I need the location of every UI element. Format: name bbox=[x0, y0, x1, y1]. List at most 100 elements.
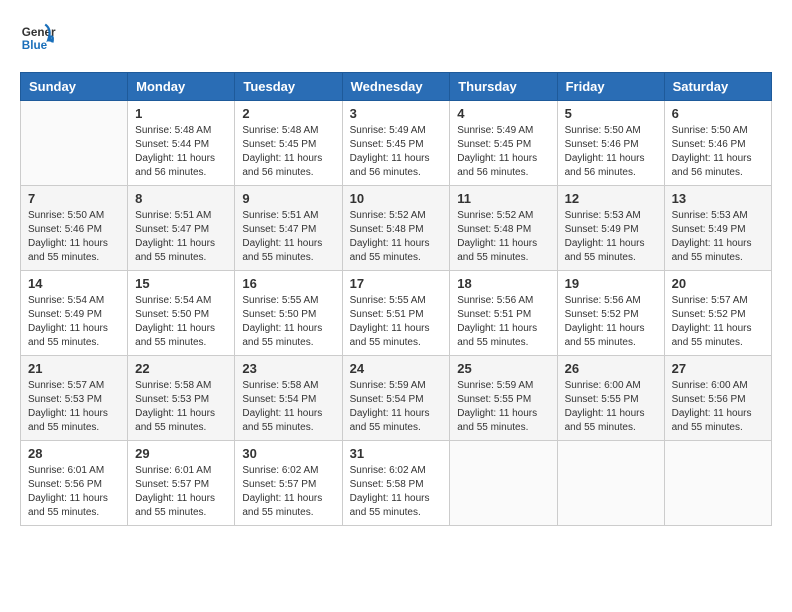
calendar-cell: 8 Sunrise: 5:51 AM Sunset: 5:47 PM Daylig… bbox=[128, 186, 235, 271]
day-number: 10 bbox=[350, 191, 443, 206]
day-info: Sunrise: 5:59 AM Sunset: 5:54 PM Dayligh… bbox=[350, 379, 443, 435]
day-info: Sunrise: 5:50 AM Sunset: 5:46 PM Dayligh… bbox=[672, 124, 764, 180]
calendar-cell: 12 Sunrise: 5:53 AM Sunset: 5:49 PM Dayli… bbox=[557, 186, 664, 271]
calendar-cell: 24 Sunrise: 5:59 AM Sunset: 5:54 PM Dayli… bbox=[342, 356, 450, 441]
day-info: Sunrise: 5:55 AM Sunset: 5:50 PM Dayligh… bbox=[242, 294, 334, 350]
day-info: Sunrise: 5:50 AM Sunset: 5:46 PM Dayligh… bbox=[28, 209, 120, 265]
calendar-cell: 6 Sunrise: 5:50 AM Sunset: 5:46 PM Daylig… bbox=[664, 101, 771, 186]
calendar-cell: 18 Sunrise: 5:56 AM Sunset: 5:51 PM Dayli… bbox=[450, 271, 557, 356]
day-info: Sunrise: 6:00 AM Sunset: 5:56 PM Dayligh… bbox=[672, 379, 764, 435]
day-number: 4 bbox=[457, 106, 549, 121]
calendar-cell: 3Sunrise: 5:49 AM Sunset: 5:45 PM Daylig… bbox=[342, 101, 450, 186]
day-number: 7 bbox=[28, 191, 120, 206]
day-info: Sunrise: 5:56 AM Sunset: 5:52 PM Dayligh… bbox=[565, 294, 657, 350]
day-number: 20 bbox=[672, 276, 764, 291]
calendar-header-row: SundayMondayTuesdayWednesdayThursdayFrid… bbox=[21, 73, 772, 101]
day-info: Sunrise: 5:54 AM Sunset: 5:50 PM Dayligh… bbox=[135, 294, 227, 350]
calendar-cell: 27Sunrise: 6:00 AM Sunset: 5:56 PM Dayli… bbox=[664, 356, 771, 441]
calendar-week-3: 14 Sunrise: 5:54 AM Sunset: 5:49 PM Dayli… bbox=[21, 271, 772, 356]
day-info: Sunrise: 5:53 AM Sunset: 5:49 PM Dayligh… bbox=[672, 209, 764, 265]
day-info: Sunrise: 5:52 AM Sunset: 5:48 PM Dayligh… bbox=[457, 209, 549, 265]
day-info: Sunrise: 5:59 AM Sunset: 5:55 PM Dayligh… bbox=[457, 379, 549, 435]
calendar-cell: 17Sunrise: 5:55 AM Sunset: 5:51 PM Dayli… bbox=[342, 271, 450, 356]
calendar-cell: 29 Sunrise: 6:01 AM Sunset: 5:57 PM Dayli… bbox=[128, 441, 235, 526]
day-info: Sunrise: 5:51 AM Sunset: 5:47 PM Dayligh… bbox=[135, 209, 227, 265]
weekday-header-tuesday: Tuesday bbox=[235, 73, 342, 101]
day-number: 2 bbox=[242, 106, 334, 121]
calendar-cell bbox=[21, 101, 128, 186]
weekday-header-sunday: Sunday bbox=[21, 73, 128, 101]
day-info: Sunrise: 5:56 AM Sunset: 5:51 PM Dayligh… bbox=[457, 294, 549, 350]
calendar-cell: 14 Sunrise: 5:54 AM Sunset: 5:49 PM Dayli… bbox=[21, 271, 128, 356]
day-number: 15 bbox=[135, 276, 227, 291]
day-info: Sunrise: 5:54 AM Sunset: 5:49 PM Dayligh… bbox=[28, 294, 120, 350]
calendar-week-2: 7 Sunrise: 5:50 AM Sunset: 5:46 PM Daylig… bbox=[21, 186, 772, 271]
day-number: 6 bbox=[672, 106, 764, 121]
calendar-week-5: 28Sunrise: 6:01 AM Sunset: 5:56 PM Dayli… bbox=[21, 441, 772, 526]
day-number: 9 bbox=[242, 191, 334, 206]
calendar-cell: 11Sunrise: 5:52 AM Sunset: 5:48 PM Dayli… bbox=[450, 186, 557, 271]
calendar-cell: 28Sunrise: 6:01 AM Sunset: 5:56 PM Dayli… bbox=[21, 441, 128, 526]
day-number: 24 bbox=[350, 361, 443, 376]
day-number: 29 bbox=[135, 446, 227, 461]
calendar-cell: 15 Sunrise: 5:54 AM Sunset: 5:50 PM Dayli… bbox=[128, 271, 235, 356]
day-number: 8 bbox=[135, 191, 227, 206]
logo-icon: General Blue bbox=[20, 20, 56, 56]
day-info: Sunrise: 5:50 AM Sunset: 5:46 PM Dayligh… bbox=[565, 124, 657, 180]
day-number: 18 bbox=[457, 276, 549, 291]
day-number: 30 bbox=[242, 446, 334, 461]
day-info: Sunrise: 5:48 AM Sunset: 5:45 PM Dayligh… bbox=[242, 124, 334, 180]
day-number: 25 bbox=[457, 361, 549, 376]
day-number: 16 bbox=[242, 276, 334, 291]
day-info: Sunrise: 5:51 AM Sunset: 5:47 PM Dayligh… bbox=[242, 209, 334, 265]
day-number: 22 bbox=[135, 361, 227, 376]
day-info: Sunrise: 5:58 AM Sunset: 5:54 PM Dayligh… bbox=[242, 379, 334, 435]
weekday-header-monday: Monday bbox=[128, 73, 235, 101]
day-number: 19 bbox=[565, 276, 657, 291]
logo: General Blue bbox=[20, 20, 60, 56]
calendar-cell: 7 Sunrise: 5:50 AM Sunset: 5:46 PM Daylig… bbox=[21, 186, 128, 271]
day-info: Sunrise: 6:01 AM Sunset: 5:56 PM Dayligh… bbox=[28, 464, 120, 520]
calendar-cell: 13 Sunrise: 5:53 AM Sunset: 5:49 PM Dayli… bbox=[664, 186, 771, 271]
calendar-cell: 5 Sunrise: 5:50 AM Sunset: 5:46 PM Daylig… bbox=[557, 101, 664, 186]
calendar-cell: 25 Sunrise: 5:59 AM Sunset: 5:55 PM Dayli… bbox=[450, 356, 557, 441]
day-info: Sunrise: 6:01 AM Sunset: 5:57 PM Dayligh… bbox=[135, 464, 227, 520]
calendar-week-1: 1Sunrise: 5:48 AM Sunset: 5:44 PM Daylig… bbox=[21, 101, 772, 186]
day-number: 5 bbox=[565, 106, 657, 121]
day-info: Sunrise: 6:00 AM Sunset: 5:55 PM Dayligh… bbox=[565, 379, 657, 435]
day-number: 23 bbox=[242, 361, 334, 376]
calendar-cell: 2 Sunrise: 5:48 AM Sunset: 5:45 PM Daylig… bbox=[235, 101, 342, 186]
calendar-cell: 22 Sunrise: 5:58 AM Sunset: 5:53 PM Dayli… bbox=[128, 356, 235, 441]
day-number: 3 bbox=[350, 106, 443, 121]
day-info: Sunrise: 5:55 AM Sunset: 5:51 PM Dayligh… bbox=[350, 294, 443, 350]
calendar-cell: 19 Sunrise: 5:56 AM Sunset: 5:52 PM Dayli… bbox=[557, 271, 664, 356]
calendar-cell bbox=[450, 441, 557, 526]
day-info: Sunrise: 5:52 AM Sunset: 5:48 PM Dayligh… bbox=[350, 209, 443, 265]
weekday-header-wednesday: Wednesday bbox=[342, 73, 450, 101]
calendar-cell: 23 Sunrise: 5:58 AM Sunset: 5:54 PM Dayli… bbox=[235, 356, 342, 441]
calendar-cell: 26 Sunrise: 6:00 AM Sunset: 5:55 PM Dayli… bbox=[557, 356, 664, 441]
day-info: Sunrise: 5:57 AM Sunset: 5:53 PM Dayligh… bbox=[28, 379, 120, 435]
day-number: 12 bbox=[565, 191, 657, 206]
day-info: Sunrise: 5:53 AM Sunset: 5:49 PM Dayligh… bbox=[565, 209, 657, 265]
calendar-cell: 30 Sunrise: 6:02 AM Sunset: 5:57 PM Dayli… bbox=[235, 441, 342, 526]
day-info: Sunrise: 5:58 AM Sunset: 5:53 PM Dayligh… bbox=[135, 379, 227, 435]
weekday-header-friday: Friday bbox=[557, 73, 664, 101]
day-info: Sunrise: 5:49 AM Sunset: 5:45 PM Dayligh… bbox=[457, 124, 549, 180]
day-number: 21 bbox=[28, 361, 120, 376]
day-number: 26 bbox=[565, 361, 657, 376]
calendar-cell: 10 Sunrise: 5:52 AM Sunset: 5:48 PM Dayli… bbox=[342, 186, 450, 271]
calendar-cell: 1Sunrise: 5:48 AM Sunset: 5:44 PM Daylig… bbox=[128, 101, 235, 186]
day-number: 13 bbox=[672, 191, 764, 206]
calendar-week-4: 21 Sunrise: 5:57 AM Sunset: 5:53 PM Dayli… bbox=[21, 356, 772, 441]
page-header: General Blue bbox=[20, 20, 772, 56]
day-info: Sunrise: 5:57 AM Sunset: 5:52 PM Dayligh… bbox=[672, 294, 764, 350]
calendar-cell: 4 Sunrise: 5:49 AM Sunset: 5:45 PM Daylig… bbox=[450, 101, 557, 186]
calendar-cell: 20 Sunrise: 5:57 AM Sunset: 5:52 PM Dayli… bbox=[664, 271, 771, 356]
day-info: Sunrise: 6:02 AM Sunset: 5:57 PM Dayligh… bbox=[242, 464, 334, 520]
calendar-cell: 9 Sunrise: 5:51 AM Sunset: 5:47 PM Daylig… bbox=[235, 186, 342, 271]
weekday-header-saturday: Saturday bbox=[664, 73, 771, 101]
day-info: Sunrise: 6:02 AM Sunset: 5:58 PM Dayligh… bbox=[350, 464, 443, 520]
day-number: 14 bbox=[28, 276, 120, 291]
calendar-table: SundayMondayTuesdayWednesdayThursdayFrid… bbox=[20, 72, 772, 526]
